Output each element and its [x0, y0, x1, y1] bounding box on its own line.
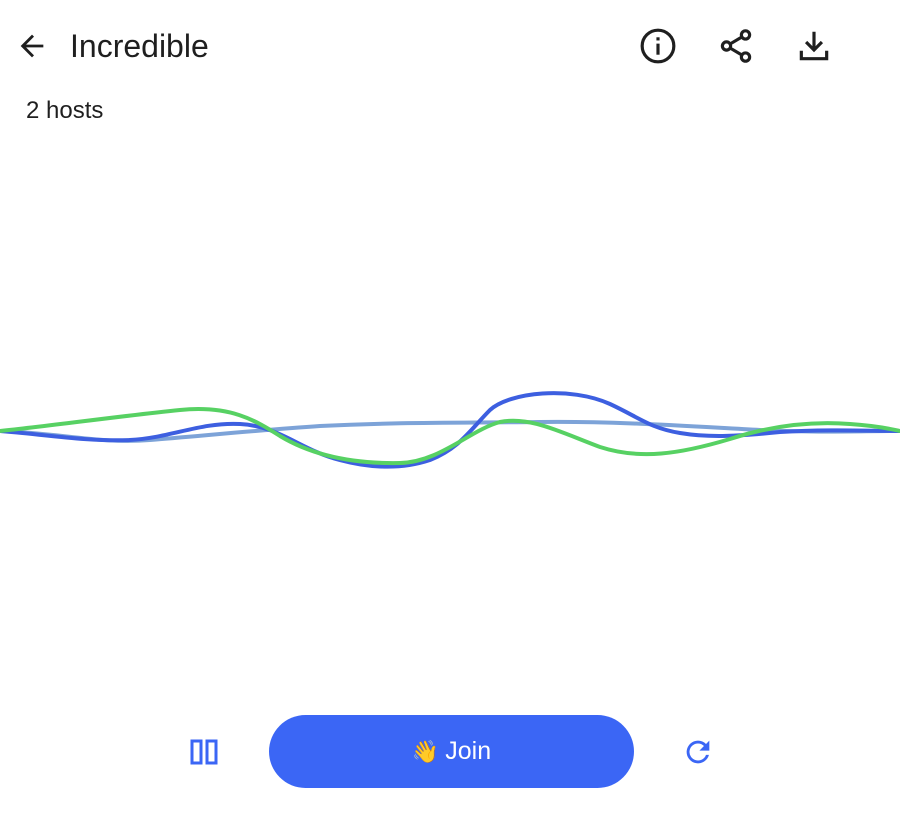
pause-button[interactable] [182, 732, 226, 772]
join-label: Join [445, 737, 492, 765]
waveform-line-accent [0, 407, 900, 466]
audio-waveform [0, 391, 900, 469]
share-icon [720, 29, 752, 63]
share-button[interactable] [710, 24, 762, 68]
space-title: Incredible [70, 28, 209, 64]
info-icon [640, 28, 676, 64]
pause-icon [190, 739, 218, 765]
refresh-icon [686, 740, 710, 764]
playback-controls: 👋 Join [0, 712, 900, 792]
download-icon [799, 31, 829, 61]
arrow-left-icon [20, 34, 44, 58]
info-button[interactable] [632, 24, 684, 68]
download-button[interactable] [788, 24, 840, 68]
header-actions [632, 24, 840, 68]
refresh-button[interactable] [676, 732, 720, 772]
join-button[interactable]: 👋 Join [269, 715, 634, 788]
back-button[interactable] [12, 26, 52, 66]
top-bar: Incredible [0, 0, 900, 90]
host-count: 2 hosts [26, 97, 104, 124]
waving-hand-icon: 👋 [411, 738, 440, 764]
